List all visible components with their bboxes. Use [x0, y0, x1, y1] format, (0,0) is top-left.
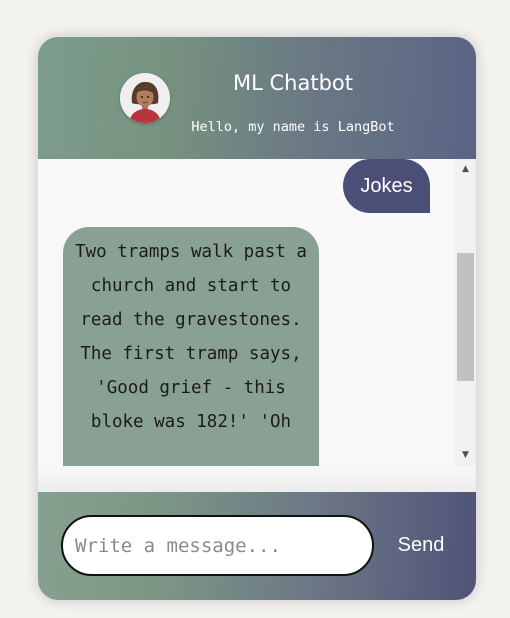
user-message-bubble: Jokes [343, 159, 430, 213]
chat-footer: Send [38, 492, 476, 600]
send-button[interactable]: Send [388, 525, 454, 565]
bot-message-bubble: Two tramps walk past a church and start … [63, 227, 319, 466]
chat-subtitle: Hello, my name is LangBot [191, 119, 395, 135]
message-input[interactable] [61, 515, 374, 576]
scrollbar-thumb[interactable] [457, 253, 474, 381]
scroll-up-arrow-icon[interactable]: ▲ [455, 161, 476, 178]
message-list[interactable]: Jokes Two tramps walk past a church and … [38, 159, 455, 466]
footer-divider [38, 466, 476, 492]
chat-header: ML Chatbot Hello, my name is LangBot [38, 37, 476, 159]
scroll-down-arrow-icon[interactable]: ▼ [455, 447, 476, 464]
female-avatar-icon [120, 73, 170, 123]
chat-title: ML Chatbot [233, 71, 353, 95]
chatbox: ML Chatbot Hello, my name is LangBot Jok… [38, 37, 476, 600]
message-scrollbar[interactable]: ▲ ▼ [455, 159, 476, 466]
